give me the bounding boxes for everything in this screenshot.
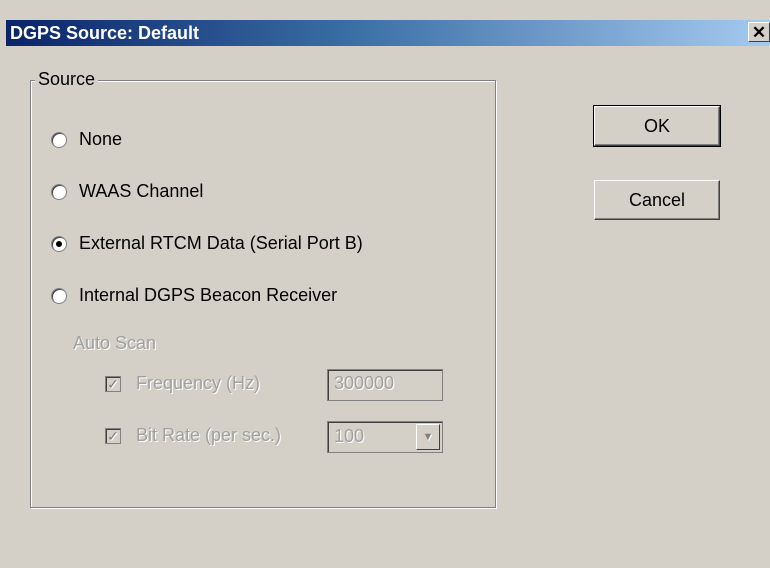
- radio-none[interactable]: None: [51, 129, 122, 150]
- radio-waas-channel[interactable]: WAAS Channel: [51, 181, 203, 202]
- auto-scan-label: Auto Scan: [73, 333, 157, 353]
- cancel-button[interactable]: Cancel: [594, 180, 720, 220]
- bit-rate-checkbox-row[interactable]: ✓ Bit Rate (per sec.): [105, 425, 281, 446]
- radio-label: Internal DGPS Beacon Receiver: [79, 285, 338, 305]
- close-icon: ✕: [751, 22, 767, 42]
- radio-button-selected[interactable]: [51, 235, 67, 252]
- ok-button[interactable]: OK: [593, 105, 721, 147]
- radio-label: WAAS Channel: [79, 181, 204, 201]
- radio-label: External RTCM Data (Serial Port B): [79, 233, 363, 253]
- title-bar[interactable]: DGPS Source: Default ✕: [6, 20, 770, 46]
- source-group-label: Source: [35, 69, 99, 90]
- radio-button[interactable]: [51, 183, 67, 200]
- source-groupbox: Source None WAAS Channel External RTCM D…: [30, 69, 496, 508]
- close-button[interactable]: ✕: [748, 22, 770, 42]
- frequency-checkbox[interactable]: ✓: [105, 375, 121, 392]
- radio-internal-beacon[interactable]: Internal DGPS Beacon Receiver: [51, 285, 337, 306]
- bit-rate-value: 100: [334, 426, 365, 446]
- radio-button[interactable]: [51, 131, 67, 148]
- window-title: DGPS Source: Default: [10, 23, 200, 43]
- bit-rate-select[interactable]: 100 ▼: [327, 421, 443, 453]
- dgps-source-dialog: DGPS Source: Default ✕ Source None WAAS …: [0, 0, 770, 568]
- radio-button[interactable]: [51, 287, 67, 304]
- frequency-input[interactable]: 300000: [327, 369, 443, 401]
- frequency-checkbox-row[interactable]: ✓ Frequency (Hz): [105, 373, 260, 394]
- frequency-label: Frequency (Hz): [136, 373, 261, 393]
- chevron-down-icon[interactable]: ▼: [416, 424, 440, 450]
- radio-external-rtcm[interactable]: External RTCM Data (Serial Port B): [51, 233, 363, 254]
- bit-rate-label: Bit Rate (per sec.): [136, 425, 282, 445]
- radio-label: None: [79, 129, 123, 149]
- bit-rate-checkbox[interactable]: ✓: [105, 427, 121, 444]
